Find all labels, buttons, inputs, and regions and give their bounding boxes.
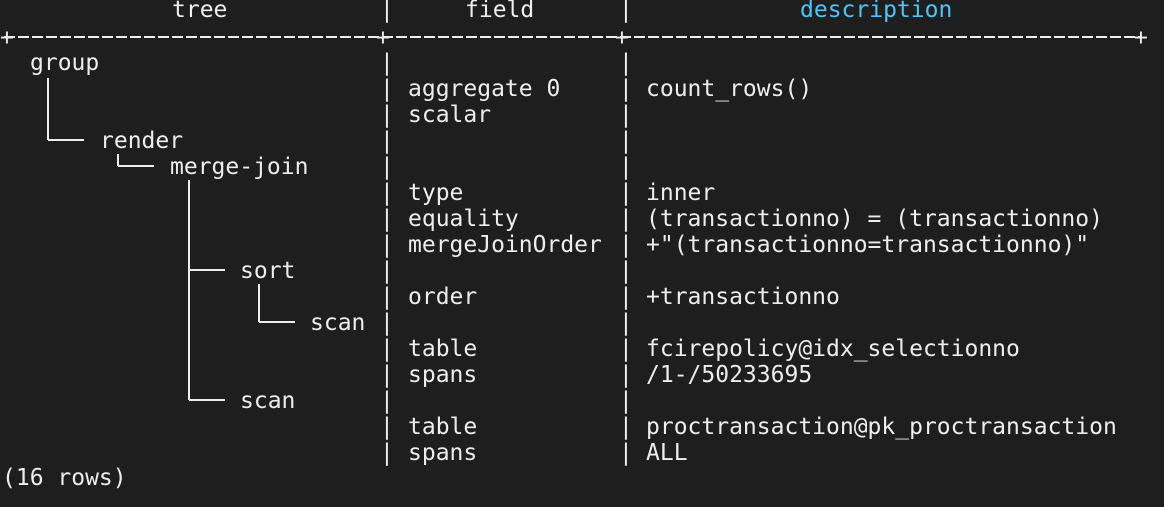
column-separator: | bbox=[380, 180, 394, 206]
divider-plus: + bbox=[0, 25, 14, 51]
divider-plus: + bbox=[376, 25, 390, 51]
column-separator: | bbox=[619, 232, 633, 258]
column-separator: | bbox=[619, 180, 633, 206]
separator-row: | | bbox=[0, 440, 1164, 466]
separator-row: | | bbox=[0, 414, 1164, 440]
column-separator: | bbox=[619, 102, 633, 128]
separator-row: | | bbox=[0, 206, 1164, 232]
divider-plus: + bbox=[615, 25, 629, 51]
column-separator: | bbox=[619, 76, 633, 102]
column-separator: | bbox=[619, 258, 633, 284]
column-separator: | bbox=[619, 50, 633, 76]
column-separator: | bbox=[619, 284, 633, 310]
separator-row: | | bbox=[0, 76, 1164, 102]
column-separator: | bbox=[380, 0, 394, 23]
separator-row: | | bbox=[0, 50, 1164, 76]
column-separator: | bbox=[380, 76, 394, 102]
separator-row: | | bbox=[0, 388, 1164, 414]
column-separator: | bbox=[619, 128, 633, 154]
column-separator: | bbox=[619, 0, 633, 23]
separator-row: | | bbox=[0, 102, 1164, 128]
separator-row: | | bbox=[0, 284, 1164, 310]
column-separator: | bbox=[619, 362, 633, 388]
separator-row: | | bbox=[0, 362, 1164, 388]
separator-row: | | bbox=[0, 310, 1164, 336]
separator-row: | | bbox=[0, 180, 1164, 206]
column-separator: | bbox=[380, 414, 394, 440]
column-separator: | bbox=[619, 440, 633, 466]
column-separator: | bbox=[380, 206, 394, 232]
separator-row: | | bbox=[0, 232, 1164, 258]
header-row: tree | field | description bbox=[0, 0, 1164, 23]
column-separator: | bbox=[619, 154, 633, 180]
row-count-footer: (16 rows) bbox=[2, 465, 127, 491]
separator-row: | | bbox=[0, 128, 1164, 154]
separator-row: | | bbox=[0, 336, 1164, 362]
header-description: description bbox=[800, 0, 953, 23]
column-separator: | bbox=[619, 206, 633, 232]
column-separator: | bbox=[619, 414, 633, 440]
column-separator: | bbox=[380, 128, 394, 154]
column-separator: | bbox=[380, 310, 394, 336]
column-separator: | bbox=[380, 102, 394, 128]
column-separator: | bbox=[619, 310, 633, 336]
column-separator: | bbox=[380, 154, 394, 180]
column-separator: | bbox=[380, 50, 394, 76]
header-field: field bbox=[465, 0, 535, 23]
separator-row: | | bbox=[0, 154, 1164, 180]
header-tree: tree bbox=[172, 0, 228, 23]
divider-plus: + bbox=[1134, 25, 1148, 51]
column-separator: | bbox=[380, 440, 394, 466]
terminal-window: tree | field | description + + + + group… bbox=[0, 0, 1164, 507]
column-separator: | bbox=[380, 232, 394, 258]
column-separator: | bbox=[380, 258, 394, 284]
separator-row: | | bbox=[0, 258, 1164, 284]
column-separator: | bbox=[380, 388, 394, 414]
column-separator: | bbox=[380, 336, 394, 362]
column-separator: | bbox=[380, 284, 394, 310]
column-separator: | bbox=[380, 362, 394, 388]
column-separator: | bbox=[619, 336, 633, 362]
column-separator: | bbox=[619, 388, 633, 414]
